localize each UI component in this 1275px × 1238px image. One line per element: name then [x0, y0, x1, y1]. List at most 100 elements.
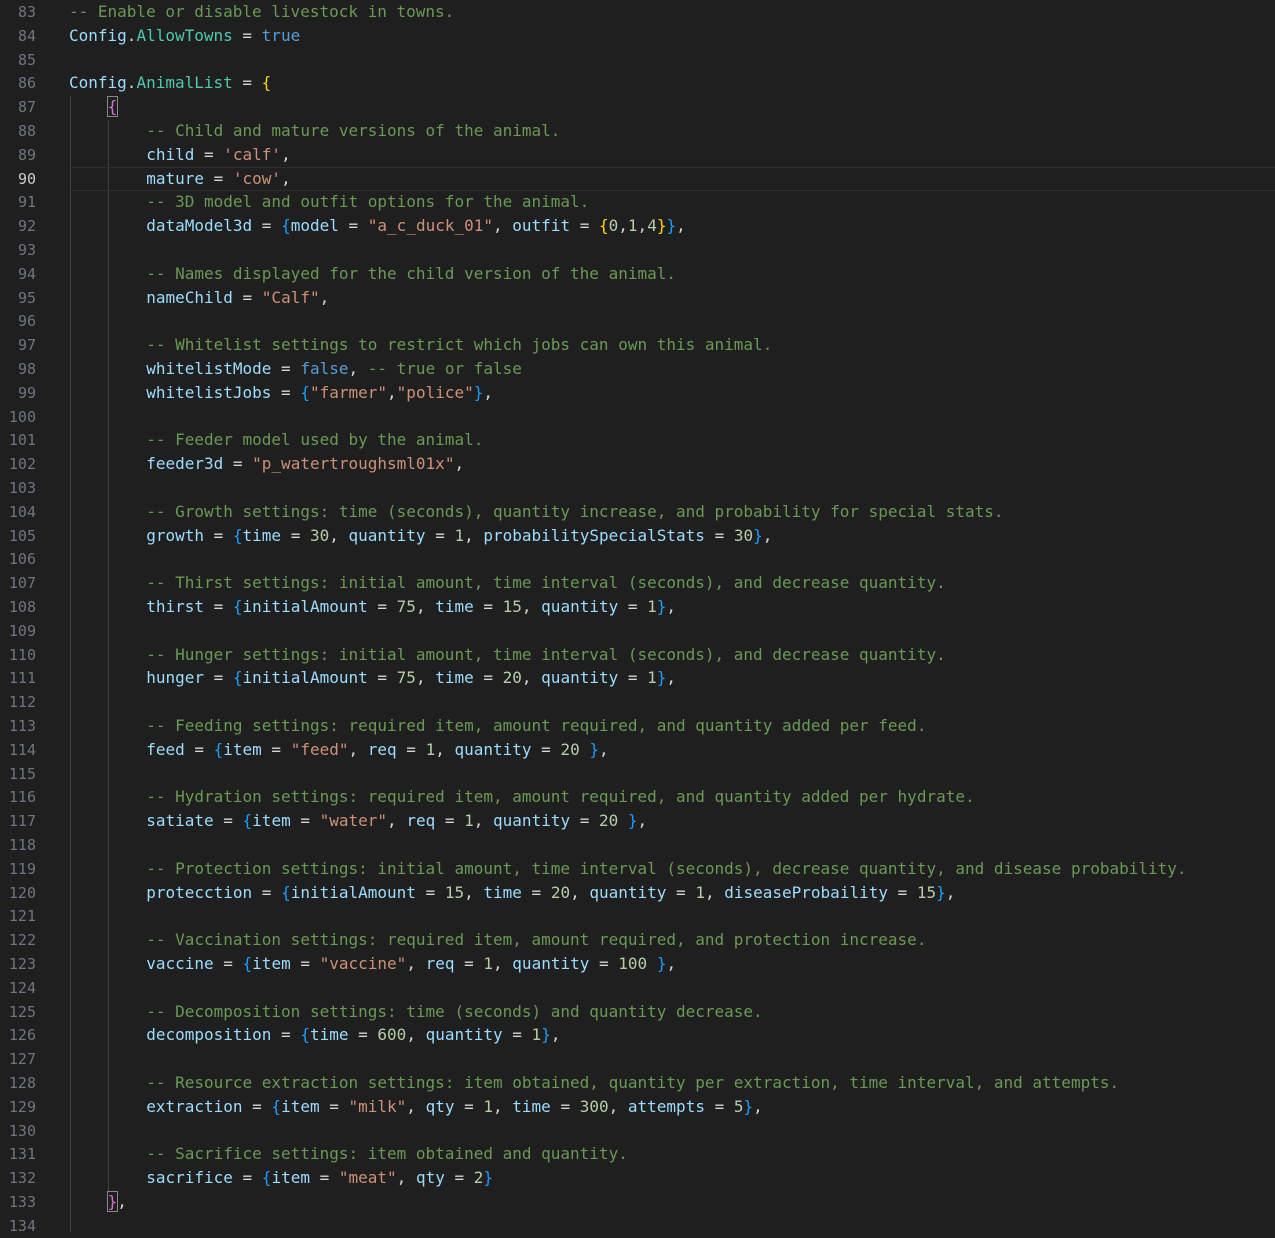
line-code[interactable]: growth = {time = 30, quantity = 1, proba… — [146, 524, 772, 548]
line-code[interactable]: -- Protection settings: initial amount, … — [146, 857, 1186, 881]
line-code[interactable]: thirst = {initialAmount = 75, time = 15,… — [146, 595, 676, 619]
code-line[interactable]: 107 -- Thirst settings: initial amount, t… — [0, 571, 1275, 595]
code-line[interactable]: 88 -- Child and mature versions of the an… — [0, 119, 1275, 143]
line-code[interactable]: -- Growth settings: time (seconds), quan… — [146, 500, 1003, 524]
line-code[interactable]: child = 'calf', — [146, 143, 291, 167]
code-token: } — [753, 525, 763, 545]
line-code[interactable]: protecction = {initialAmount = 15, time … — [146, 881, 955, 905]
code-line[interactable]: 94 -- Names displayed for the child versi… — [0, 262, 1275, 286]
code-token: time — [242, 525, 282, 545]
code-line[interactable]: 105 growth = {time = 30, quantity = 1, pr… — [0, 524, 1275, 548]
code-line[interactable]: 134 — [0, 1214, 1275, 1238]
line-code[interactable]: sacrifice = {item = "meat", qty = 2} — [146, 1166, 493, 1190]
code-line[interactable]: 104 -- Growth settings: time (seconds), q… — [0, 500, 1275, 524]
line-code[interactable]: -- Decomposition settings: time (seconds… — [146, 1000, 763, 1024]
code-line[interactable]: 128 -- Resource extraction settings: item… — [0, 1071, 1275, 1095]
line-code[interactable]: nameChild = "Calf", — [146, 286, 329, 310]
line-code[interactable]: decomposition = {time = 600, quantity = … — [146, 1023, 560, 1047]
code-line[interactable]: 112 — [0, 690, 1275, 714]
line-code[interactable]: hunger = {initialAmount = 75, time = 20,… — [146, 666, 676, 690]
code-line[interactable]: 93 — [0, 238, 1275, 262]
code-line[interactable]: 84 Config.AllowTowns = true — [0, 24, 1275, 48]
code-line[interactable]: 101 -- Feeder model used by the animal. — [0, 428, 1275, 452]
code-line[interactable]: 99 whitelistJobs = {"farmer","police"}, — [0, 381, 1275, 405]
line-code[interactable]: -- Enable or disable livestock in towns. — [69, 0, 454, 24]
code-token: time — [512, 1096, 551, 1116]
line-code[interactable]: Config.AllowTowns = true — [69, 24, 300, 48]
code-line[interactable]: 118 — [0, 833, 1275, 857]
code-line[interactable]: 125 -- Decomposition settings: time (seco… — [0, 1000, 1275, 1024]
code-line[interactable]: 83 -- Enable or disable livestock in town… — [0, 0, 1275, 24]
code-line[interactable]: 89 child = 'calf', — [0, 143, 1275, 167]
line-code[interactable]: mature = 'cow', — [146, 167, 291, 191]
line-code[interactable]: whitelistMode = false, -- true or false — [146, 357, 522, 381]
code-editor[interactable]: 83 -- Enable or disable livestock in town… — [0, 0, 1275, 1235]
code-line[interactable]: 113 -- Feeding settings: required item, a… — [0, 714, 1275, 738]
line-code[interactable]: dataModel3d = {model = "a_c_duck_01", ou… — [146, 214, 686, 238]
code-line[interactable]: 92 dataModel3d = {model = "a_c_duck_01", … — [0, 214, 1275, 238]
code-line[interactable]: 96 — [0, 309, 1275, 333]
line-code[interactable]: -- Sacrifice settings: item obtained and… — [146, 1142, 628, 1166]
code-line[interactable]: 110 -- Hunger settings: initial amount, t… — [0, 643, 1275, 667]
line-code[interactable]: -- Thirst settings: initial amount, time… — [146, 571, 946, 595]
code-line[interactable]: 129 extraction = {item = "milk", qty = 1,… — [0, 1095, 1275, 1119]
code-line[interactable]: 133}, — [0, 1190, 1275, 1214]
code-line[interactable]: 86 Config.AnimalList = { — [0, 71, 1275, 95]
code-line[interactable]: 131 -- Sacrifice settings: item obtained … — [0, 1142, 1275, 1166]
code-line[interactable]: 91 -- 3D model and outfit options for the… — [0, 190, 1275, 214]
code-line[interactable]: 109 — [0, 619, 1275, 643]
code-line[interactable]: 97 -- Whitelist settings to restrict whic… — [0, 333, 1275, 357]
line-code[interactable]: -- Feeding settings: required item, amou… — [146, 714, 926, 738]
line-number: 93 — [17, 241, 36, 259]
code-line[interactable]: 119 -- Protection settings: initial amoun… — [0, 857, 1275, 881]
line-code[interactable]: -- Hydration settings: required item, am… — [146, 785, 974, 809]
code-line[interactable]: 87 { — [0, 95, 1275, 119]
code-line[interactable]: 123 vaccine = {item = "vaccine", req = 1,… — [0, 952, 1275, 976]
code-line[interactable]: 121 — [0, 904, 1275, 928]
code-line[interactable]: 111 hunger = {initialAmount = 75, time = … — [0, 666, 1275, 690]
line-code[interactable]: Config.AnimalList = { — [69, 71, 271, 95]
line-code[interactable]: satiate = {item = "water", req = 1, quan… — [146, 809, 647, 833]
code-line[interactable]: 124 — [0, 976, 1275, 1000]
code-line[interactable]: 98 whitelistMode = false, -- true or fals… — [0, 357, 1275, 381]
code-line[interactable]: 126 decomposition = {time = 600, quantity… — [0, 1023, 1275, 1047]
line-code[interactable]: whitelistJobs = {"farmer","police"}, — [146, 381, 493, 405]
line-code[interactable]: -- 3D model and outfit options for the a… — [146, 190, 589, 214]
line-code[interactable]: }, — [106, 1190, 127, 1214]
code-line[interactable]: 130 — [0, 1119, 1275, 1143]
line-code[interactable]: feeder3d = "p_watertroughsml01x", — [146, 452, 464, 476]
code-line[interactable]: 103 — [0, 476, 1275, 500]
line-code[interactable]: { — [106, 95, 119, 119]
code-line[interactable]: 85 — [0, 48, 1275, 72]
line-code[interactable]: -- Names displayed for the child version… — [146, 262, 676, 286]
code-line[interactable]: 114 feed = {item = "feed", req = 1, quant… — [0, 738, 1275, 762]
code-token: = — [435, 811, 465, 831]
code-token: -- Protection settings: initial amount, … — [146, 858, 1187, 878]
code-line[interactable]: 122 -- Vaccination settings: required ite… — [0, 928, 1275, 952]
code-line[interactable]: 115 — [0, 762, 1275, 786]
code-line[interactable]: 90 mature = 'cow', — [0, 166, 1275, 191]
code-token: qty — [415, 1168, 445, 1188]
line-number: 124 — [8, 978, 36, 997]
line-code[interactable]: -- Child and mature versions of the anim… — [146, 119, 560, 143]
code-token: = — [367, 668, 397, 688]
code-line[interactable]: 120 protecction = {initialAmount = 15, ti… — [0, 881, 1275, 905]
line-code[interactable]: -- Hunger settings: initial amount, time… — [146, 643, 946, 667]
line-code[interactable]: -- Feeder model used by the animal. — [146, 428, 483, 452]
code-line[interactable]: 132 sacrifice = {item = "meat", qty = 2} — [0, 1166, 1275, 1190]
code-line[interactable]: 95 nameChild = "Calf", — [0, 286, 1275, 310]
code-line[interactable]: 116 -- Hydration settings: required item,… — [0, 785, 1275, 809]
code-line[interactable]: 100 — [0, 405, 1275, 429]
code-line[interactable]: 102 feeder3d = "p_watertroughsml01x", — [0, 452, 1275, 476]
code-line[interactable]: 108 thirst = {initialAmount = 75, time = … — [0, 595, 1275, 619]
line-code[interactable]: -- Whitelist settings to restrict which … — [146, 333, 772, 357]
code-line[interactable]: 117 satiate = {item = "water", req = 1, q… — [0, 809, 1275, 833]
line-code[interactable]: feed = {item = "feed", req = 1, quantity… — [146, 738, 608, 762]
code-line[interactable]: 106 — [0, 547, 1275, 571]
code-token: -- Whitelist settings to restrict which … — [146, 335, 773, 355]
line-code[interactable]: -- Resource extraction settings: item ob… — [146, 1071, 1119, 1095]
line-code[interactable]: extraction = {item = "milk", qty = 1, ti… — [146, 1095, 763, 1119]
line-code[interactable]: vaccine = {item = "vaccine", req = 1, qu… — [146, 952, 676, 976]
code-line[interactable]: 127 — [0, 1047, 1275, 1071]
line-code[interactable]: -- Vaccination settings: required item, … — [146, 928, 926, 952]
